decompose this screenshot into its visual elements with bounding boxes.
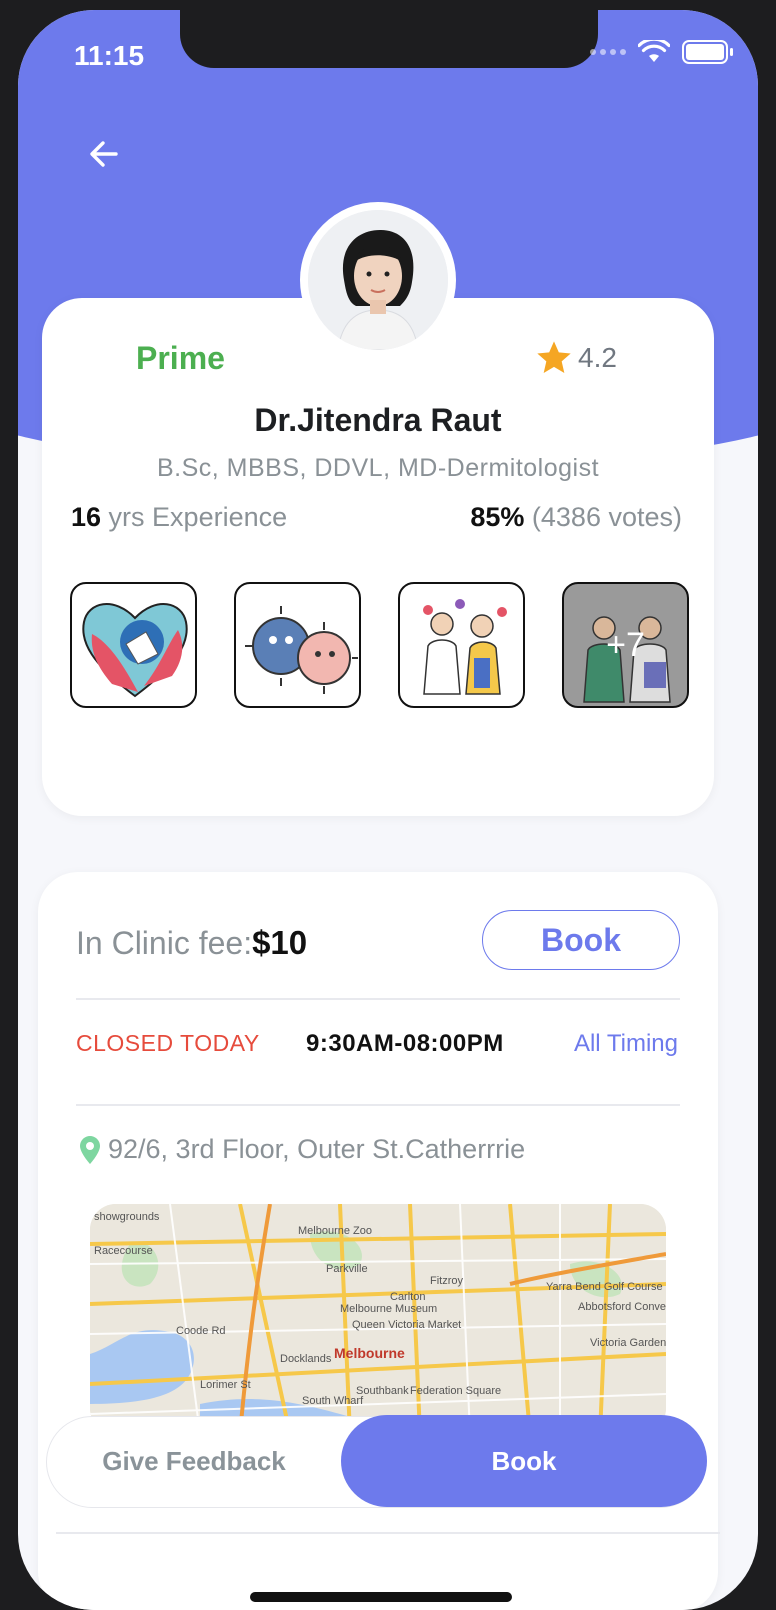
map-label: Fitzroy: [430, 1275, 464, 1287]
star-icon: [537, 341, 571, 373]
bottom-action-bar: Give Feedback Book: [46, 1415, 707, 1508]
address-text: 92/6, 3rd Floor, Outer St.Catherrrie: [108, 1134, 526, 1164]
map-label: Melbourne Museum: [340, 1303, 437, 1315]
map-label: Racecourse: [94, 1245, 153, 1257]
map-label: Queen Victoria Market: [352, 1319, 461, 1331]
doctor-degrees: B.Sc, MBBS, DDVL, MD-Dermitologist: [156, 454, 600, 482]
rating: 4.2: [534, 338, 617, 378]
clinic-address: 92/6, 3rd Floor, Outer St.Catherrrie: [80, 1134, 525, 1165]
clinic-fee: In Clinic fee:$10: [76, 924, 307, 962]
gallery-image[interactable]: [234, 582, 361, 708]
doctor-avatar: [300, 202, 456, 358]
map-view: Melbourne Zoo Parkville Carlton Fitzroy …: [90, 1204, 666, 1434]
experience-value: 16: [71, 502, 102, 532]
divider: [76, 998, 680, 1000]
map-label: Coode Rd: [176, 1325, 226, 1337]
doctor-profile-card: Prime 4.2 Dr.Jitendra Raut B.Sc, MBBS, D…: [42, 298, 714, 816]
battery-icon: [682, 40, 733, 64]
experience-label: yrs Experience: [101, 502, 288, 532]
doctors-illustration: [423, 599, 507, 695]
arrow-left-icon: [90, 141, 118, 167]
device-notch: [180, 10, 598, 68]
give-feedback-button[interactable]: Give Feedback: [47, 1417, 341, 1506]
clinic-map[interactable]: Melbourne Zoo Parkville Carlton Fitzroy …: [90, 1204, 666, 1434]
fee-value: $10: [252, 924, 308, 961]
all-timing-link[interactable]: All Timing: [574, 1030, 678, 1058]
map-label: Carlton: [390, 1291, 425, 1303]
phone-screen: 11:15 Prime 4.2 Dr.Jitendra Raut B.Sc, M…: [18, 10, 758, 1610]
clinic-status: CLOSED TODAY: [76, 1030, 260, 1056]
map-label: Federation Square: [410, 1385, 501, 1397]
votes: 85% (4386 votes): [470, 502, 682, 533]
avatar-portrait: [308, 210, 448, 350]
location-pin-icon: [80, 1135, 100, 1164]
status-icons: [590, 40, 733, 64]
experience: 16 yrs Experience: [71, 502, 287, 533]
signal-icon: [590, 49, 626, 55]
votes-percent: 85%: [470, 502, 525, 532]
photo-gallery: +7: [70, 582, 689, 708]
map-label: Yarra Bend Golf Course: [546, 1281, 663, 1293]
map-label: Parkville: [326, 1263, 368, 1275]
gallery-more[interactable]: +7: [562, 582, 689, 708]
prime-badge: Prime: [136, 340, 225, 376]
gallery-image[interactable]: [398, 582, 525, 708]
map-label: Abbotsford Convent: [578, 1301, 666, 1313]
book-button[interactable]: Book: [341, 1415, 707, 1507]
fee-label: In Clinic fee:: [76, 925, 253, 961]
map-city-label: Melbourne: [334, 1345, 405, 1361]
clinic-book-button[interactable]: Book: [482, 910, 680, 970]
doctor-name: Dr.Jitendra Raut: [254, 402, 502, 438]
divider: [76, 1104, 680, 1106]
divider: [56, 1532, 720, 1534]
status-time: 11:15: [74, 40, 145, 71]
clinic-hours: 9:30AM-08:00PM: [306, 1030, 504, 1057]
map-label: Victoria Gardens: [590, 1337, 666, 1349]
gallery-image[interactable]: [70, 582, 197, 708]
map-label: Melbourne Zoo: [298, 1225, 372, 1237]
home-indicator[interactable]: [250, 1592, 512, 1602]
map-label: Lorimer St: [200, 1379, 251, 1391]
map-label: South Wharf: [302, 1395, 364, 1407]
map-label: Southbank: [356, 1385, 409, 1397]
heart-hands-illustration: [82, 603, 188, 698]
map-label: showgrounds: [94, 1211, 160, 1223]
back-button[interactable]: [84, 134, 124, 174]
rating-value: 4.2: [578, 342, 617, 373]
gallery-more-count: +7: [606, 625, 645, 664]
map-label: Docklands: [280, 1353, 332, 1365]
virus-illustration: [245, 606, 358, 694]
votes-count: (4386 votes): [524, 502, 682, 532]
wifi-icon: [638, 40, 670, 62]
